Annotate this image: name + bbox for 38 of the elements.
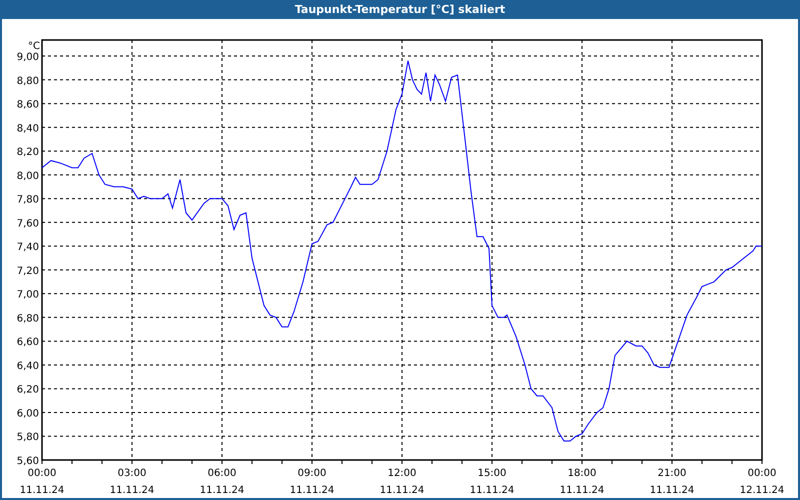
x-axis-label: 18:00 [568, 468, 596, 479]
x-axis-label: 00:00 [28, 468, 56, 479]
y-axis-label: 8,40 [16, 123, 39, 134]
y-axis-label: 7,80 [16, 194, 39, 206]
date-label: 11.11.24 [290, 485, 334, 496]
y-axis-label: 7,40 [16, 242, 39, 254]
y-axis-label: 6,20 [16, 384, 39, 396]
y-axis-label: 5,80 [16, 432, 39, 444]
date-label: 11.11.24 [200, 485, 244, 496]
date-label: 11.11.24 [380, 485, 424, 496]
window-title: Taupunkt-Temperatur [°C] skaliert [294, 3, 506, 16]
date-label: 11.11.24 [110, 485, 154, 496]
x-axis-label: 12:00 [388, 468, 416, 479]
y-axis-label: 7,20 [16, 266, 39, 277]
x-axis-label: 03:00 [118, 468, 146, 479]
date-label: 11.11.24 [560, 485, 604, 496]
y-axis-label: 8,60 [16, 100, 39, 111]
y-axis-label: 7,00 [16, 290, 39, 301]
y-axis-label: 6,00 [16, 408, 39, 420]
y-axis-label: 8,00 [16, 170, 39, 182]
y-axis-label: 6,80 [16, 313, 39, 324]
x-axis-label: 15:00 [478, 468, 506, 479]
y-axis-label: 8,20 [16, 147, 39, 158]
y-axis-label: 9,00 [16, 52, 39, 64]
x-axis-label: 21:00 [658, 468, 686, 479]
y-axis-label: 7,60 [16, 218, 39, 230]
x-axis-label: 06:00 [208, 468, 236, 479]
y-axis-label: 6,60 [16, 337, 39, 348]
x-axis-label: 00:00 [748, 468, 776, 479]
date-label: 11.11.24 [650, 485, 694, 496]
y-axis-label: 6,40 [16, 360, 39, 372]
date-label: 11.11.24 [20, 485, 64, 496]
x-axis-label: 09:00 [298, 468, 326, 479]
date-label: 11.11.24 [470, 485, 514, 496]
unit-label: °C [28, 41, 40, 52]
y-axis-label: 5,60 [16, 456, 39, 467]
y-axis-label: 8,80 [16, 76, 39, 87]
date-label: 12.11.24 [740, 485, 784, 496]
